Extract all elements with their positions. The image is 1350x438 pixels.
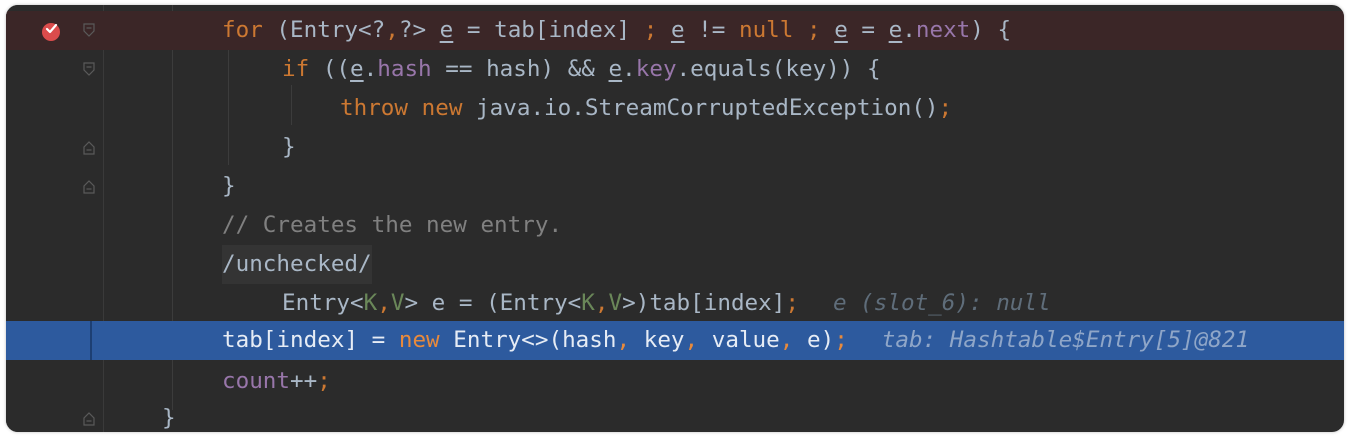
code-line[interactable]: } [6, 399, 1344, 432]
code-token: e [608, 56, 623, 82]
code-token: value [698, 327, 780, 353]
code-token: . [902, 17, 916, 43]
code-token: , [594, 290, 609, 316]
code-token: ; [834, 327, 848, 353]
code-token: ; [643, 17, 658, 43]
code-token: ; [807, 17, 821, 43]
code-token: == hash) && [431, 56, 609, 82]
breakpoint-check-icon[interactable] [40, 20, 62, 42]
code-token: ) { [970, 17, 1012, 43]
fold-arrow-icon[interactable] [82, 61, 96, 77]
code-text: throw new java.io.StreamCorruptedExcepti… [340, 89, 952, 128]
code-token: /unchecked/ [222, 245, 372, 284]
code-token: ; [317, 368, 331, 394]
code-token: for [222, 17, 263, 43]
code-line[interactable]: /unchecked/ [6, 245, 1344, 284]
code-token: ++ [290, 368, 318, 394]
fold-end-icon[interactable] [82, 140, 96, 156]
code-line[interactable]: Entry< K, V > e = (Entry< K, V >)tab[index]; e … [6, 284, 1344, 323]
fold-end-icon[interactable] [82, 179, 96, 195]
code-token: , [779, 327, 794, 353]
code-token: ; [785, 290, 799, 316]
code-token: throw [340, 95, 409, 121]
code-token: tab[index] = [222, 327, 399, 353]
code-token: null [738, 17, 794, 43]
code-token: } [162, 405, 176, 431]
code-token: (( [309, 56, 351, 82]
code-editor: for (Entry<?, ?> e = tab[index] ; e != nu… [6, 5, 1344, 432]
code-token: java.io.StreamCorruptedException() [462, 95, 939, 121]
code-token: count [222, 368, 291, 394]
code-token: e [670, 17, 685, 43]
code-token: if [282, 56, 310, 82]
code-line-execution-point[interactable]: tab[index] = new Entry<>(hash, key, valu… [6, 321, 1344, 360]
code-token: V [608, 290, 623, 316]
code-token: new [398, 327, 440, 353]
code-text: count ++; [222, 362, 331, 401]
code-token: } [222, 173, 236, 199]
code-token: . [363, 56, 378, 82]
code-token: = [847, 17, 889, 43]
code-line[interactable]: } [6, 128, 1344, 167]
code-token: next [915, 17, 971, 43]
code-line[interactable]: throw new java.io.StreamCorruptedExcepti… [6, 89, 1344, 128]
code-token: > e = (Entry< [404, 290, 582, 316]
code-line[interactable]: if ((e. hash == hash) && e. key .equals(key… [6, 50, 1344, 89]
code-comment: // Creates the new entry. [222, 212, 563, 238]
code-token: e [439, 17, 454, 43]
code-token: , [377, 290, 391, 316]
code-text: Entry< K, V > e = (Entry< K, V >)tab[index]; e … [282, 284, 1051, 323]
code-text: } [222, 167, 236, 206]
code-token: ?> [398, 17, 440, 43]
code-token: e) [793, 327, 835, 353]
code-token: , [684, 327, 699, 353]
code-token: V [390, 290, 405, 316]
code-token: , [616, 327, 631, 353]
fold-end-icon[interactable] [82, 411, 96, 427]
code-line-breakpoint[interactable]: for (Entry<?, ?> e = tab[index] ; e != nu… [6, 11, 1344, 50]
code-token: >)tab[index] [622, 290, 786, 316]
code-token: e [834, 17, 848, 43]
code-token: e [888, 17, 903, 43]
code-token: hash [377, 56, 432, 82]
inline-debug-value: e (slot_6): null [832, 290, 1051, 316]
execution-point-marker [90, 321, 92, 360]
code-line[interactable]: count ++; [6, 362, 1344, 401]
code-line[interactable]: // Creates the new entry. [6, 206, 1344, 245]
code-text: for (Entry<?, ?> e = tab[index] ; e != nu… [222, 11, 1011, 50]
code-token: e [350, 56, 364, 82]
code-token: Entry<>(hash [439, 327, 617, 353]
code-token: .equals(key)) { [676, 56, 881, 82]
code-token: key [630, 327, 685, 353]
code-token: ; [938, 95, 953, 121]
code-line[interactable]: } [6, 167, 1344, 206]
code-text: } [162, 399, 176, 432]
code-token: K [363, 290, 378, 316]
code-text: // Creates the new entry. [222, 206, 562, 245]
code-token: = tab[index] [453, 17, 644, 43]
code-text: tab[index] = new Entry<>(hash, key, valu… [222, 321, 1249, 360]
code-token: } [282, 134, 296, 160]
code-token: (Entry<? [262, 17, 386, 43]
code-token: key [635, 56, 677, 82]
code-token: . [622, 56, 636, 82]
fold-arrow-icon[interactable] [82, 22, 96, 38]
code-token: , [385, 17, 399, 43]
code-text: } [282, 128, 296, 167]
inline-debug-value: tab: Hashtable$Entry[5]@821 [881, 327, 1250, 353]
code-token: != [684, 17, 739, 43]
code-text: /unchecked/ [222, 245, 372, 284]
code-text: if ((e. hash == hash) && e. key .equals(key… [282, 50, 881, 89]
code-token: Entry< [282, 290, 364, 316]
code-token: new [421, 95, 463, 121]
code-token: K [581, 290, 595, 316]
